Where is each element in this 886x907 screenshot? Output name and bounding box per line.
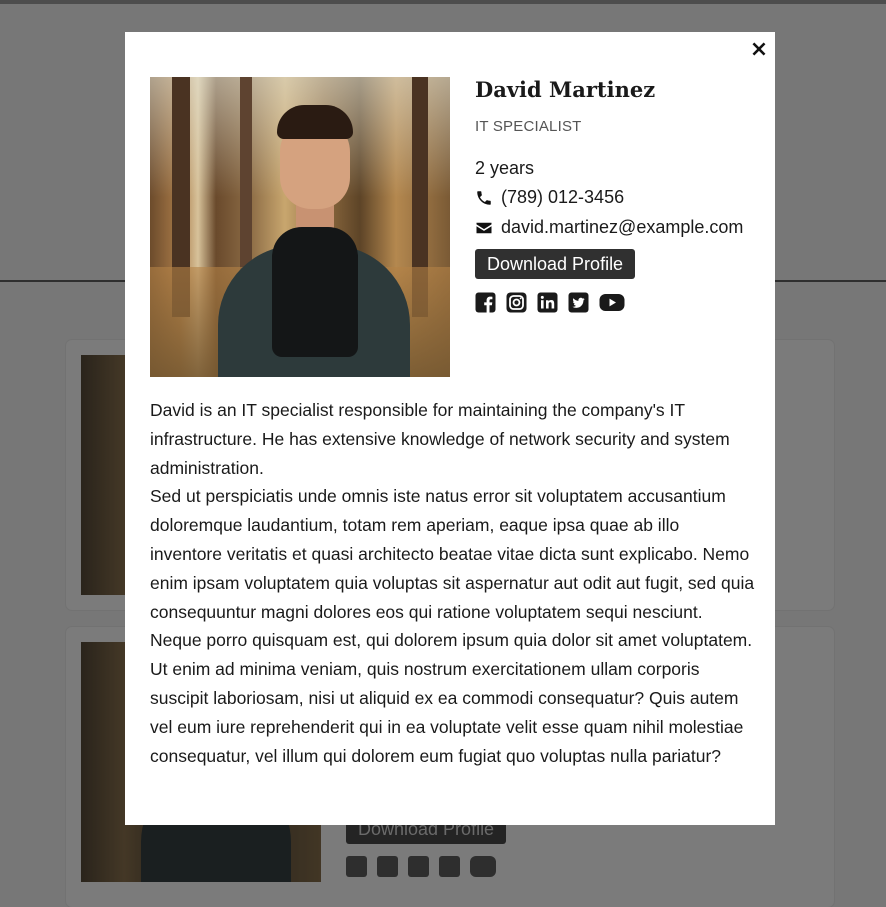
linkedin-icon (408, 856, 429, 877)
facebook-icon[interactable] (475, 292, 496, 313)
profile-role: IT SPECIALIST (475, 118, 582, 135)
phone-icon (477, 190, 491, 205)
twitter-icon (439, 856, 460, 877)
background-social-links (346, 856, 496, 877)
twitter-icon[interactable] (568, 292, 589, 313)
page-top-border (0, 0, 886, 4)
email-row: david.martinez@example.com (475, 217, 743, 238)
profile-photo (150, 77, 450, 377)
linkedin-icon[interactable] (537, 292, 558, 313)
facebook-icon (346, 856, 367, 877)
youtube-icon (470, 856, 496, 877)
profile-modal: × David Martinez IT SPECIALIST 2 years (… (125, 32, 775, 825)
profile-name: David Martinez (475, 77, 656, 102)
profile-bio: David is an IT specialist responsible fo… (150, 396, 755, 770)
profile-experience: 2 years (475, 158, 535, 178)
bio-paragraph: David is an IT specialist responsible fo… (150, 400, 730, 478)
bio-paragraph: Sed ut perspiciatis unde omnis iste natu… (150, 486, 755, 766)
envelope-icon (476, 222, 492, 233)
instagram-icon[interactable] (506, 292, 527, 313)
download-profile-button[interactable]: Download Profile (475, 249, 636, 279)
close-button[interactable]: × (748, 38, 770, 62)
email-address[interactable]: david.martinez@example.com (501, 217, 743, 238)
instagram-icon (377, 856, 398, 877)
youtube-icon[interactable] (599, 292, 625, 313)
phone-number[interactable]: (789) 012-3456 (501, 187, 624, 208)
phone-row: (789) 012-3456 (475, 187, 624, 208)
social-links (475, 292, 625, 313)
